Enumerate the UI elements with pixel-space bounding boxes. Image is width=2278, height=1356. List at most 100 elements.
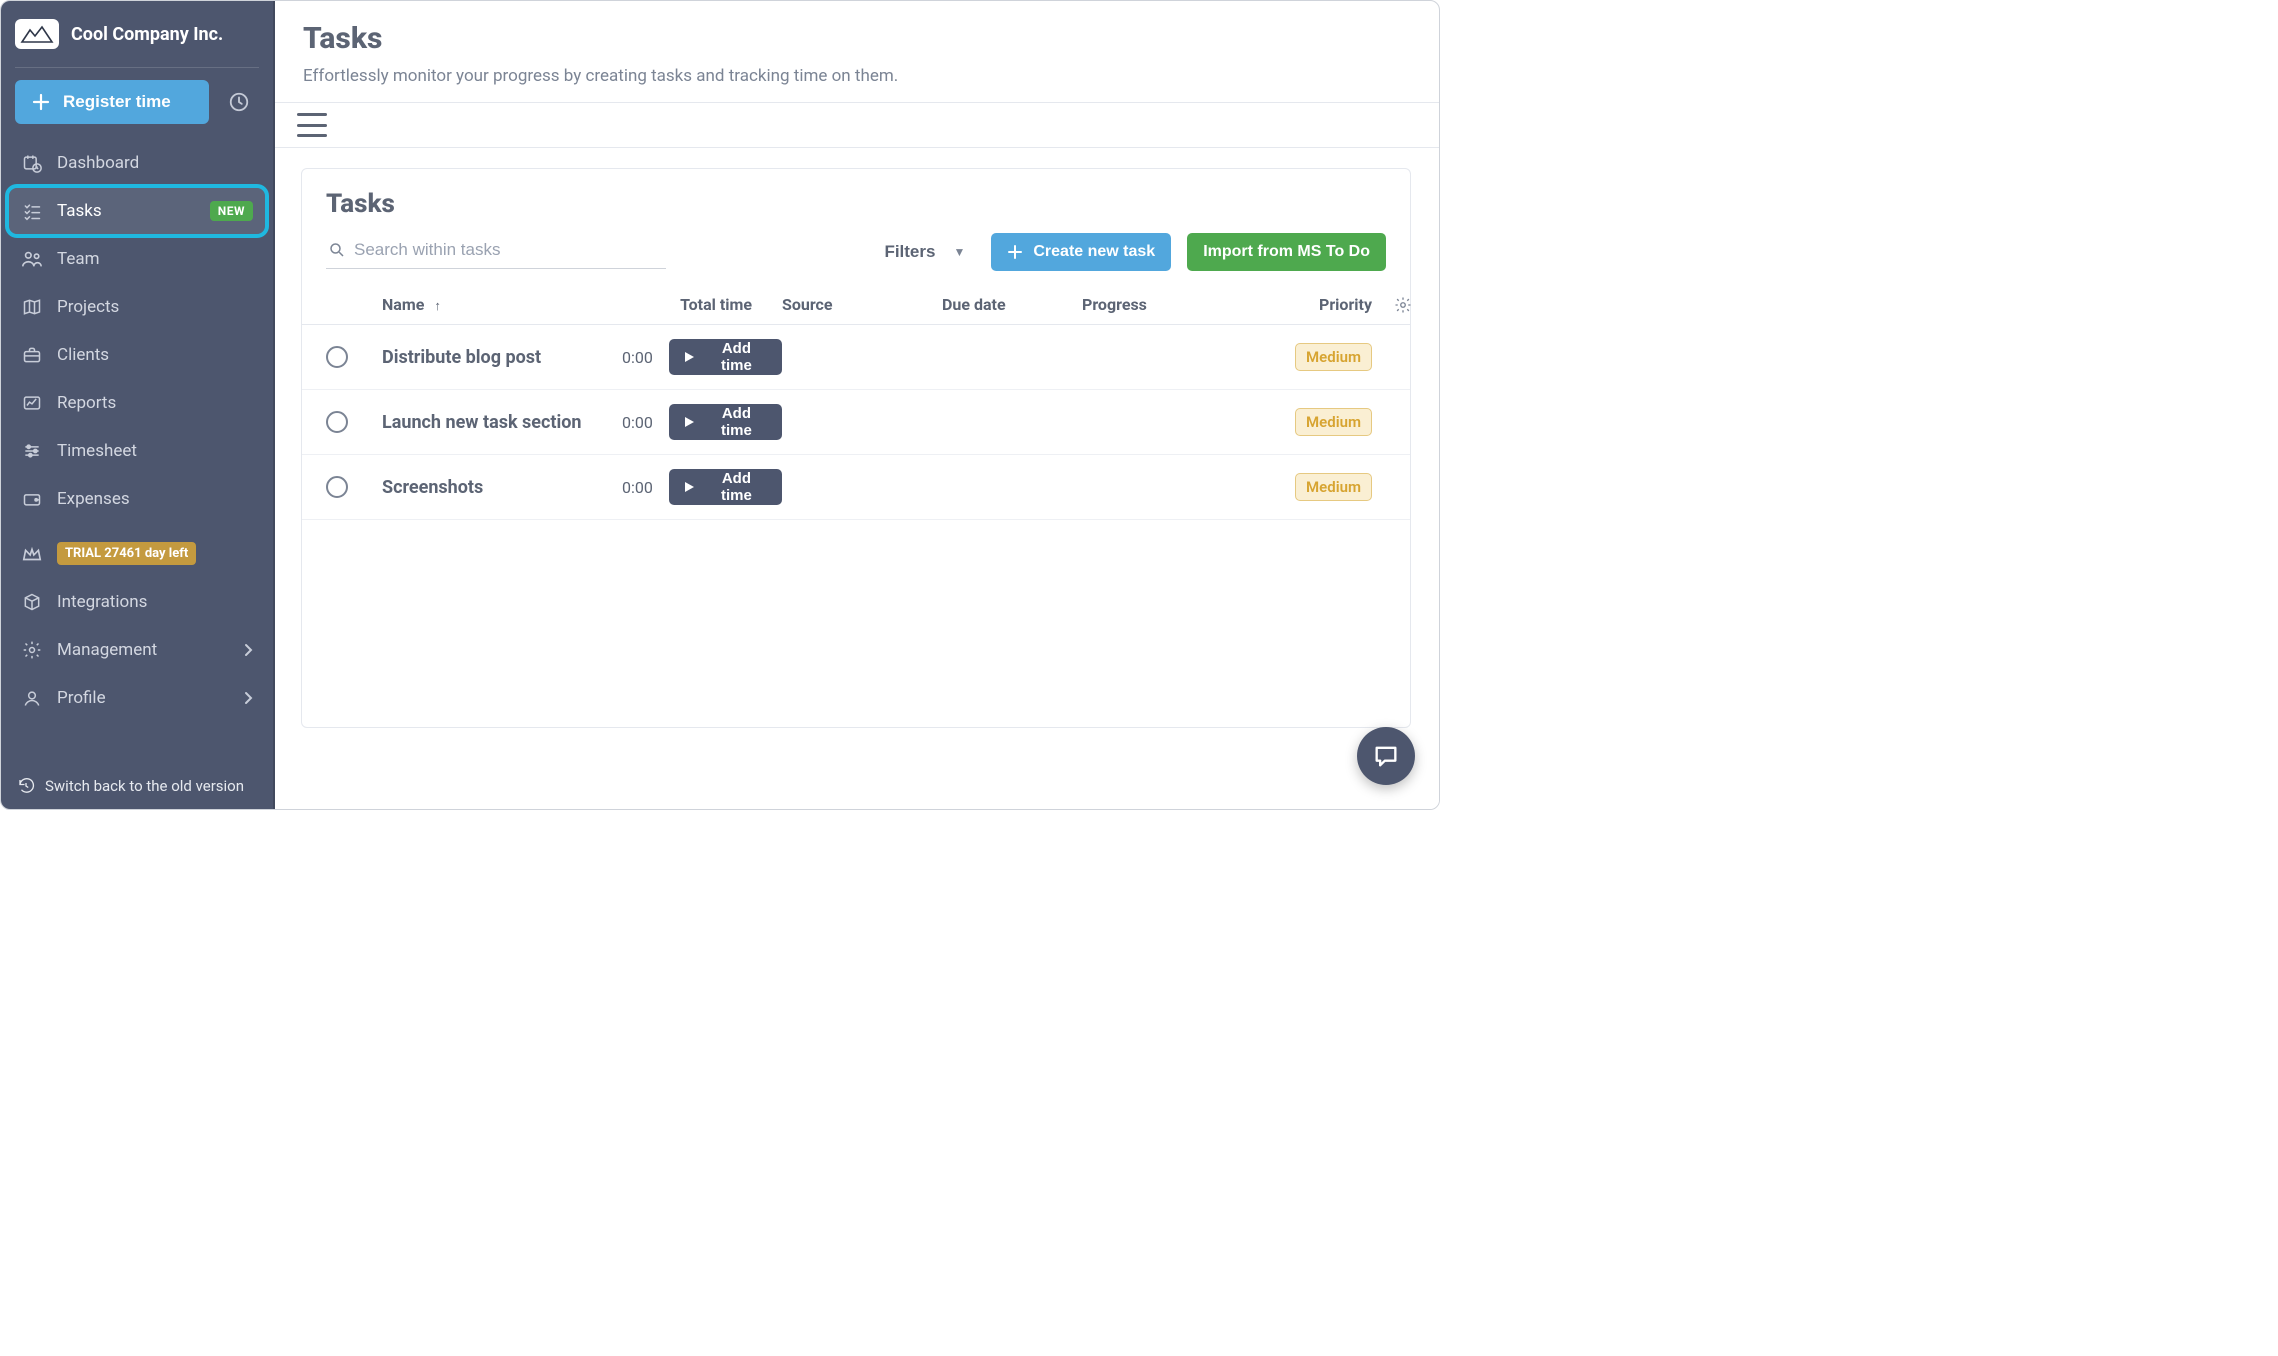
tasks-card: Tasks Filters ▼ [301,168,1411,728]
col-source[interactable]: Source [782,295,942,314]
task-complete-toggle[interactable] [326,411,348,433]
gear-icon [21,639,43,661]
task-time: 0:00 [622,413,653,432]
chat-fab[interactable] [1357,727,1415,785]
col-progress[interactable]: Progress [1082,295,1242,314]
search-icon [328,241,346,259]
sliders-icon [21,440,43,462]
crown-icon [21,543,43,565]
sidebar-item-label: Dashboard [57,153,139,173]
sidebar-item-label: Profile [57,688,106,708]
checklist-icon [21,200,43,222]
sidebar-item-label: Reports [57,393,116,413]
history-icon [17,777,35,795]
chevron-right-icon [243,691,253,705]
search-input[interactable] [354,240,664,260]
col-total-time[interactable]: Total time [622,295,782,314]
sidebar-item-trial[interactable]: TRIAL 27461 day left [9,530,265,577]
sidebar-item-label: Timesheet [57,441,137,461]
import-button[interactable]: Import from MS To Do [1187,233,1386,271]
priority-badge: Medium [1295,473,1372,501]
task-name: Screenshots [382,477,622,498]
filters-label: Filters [884,242,935,262]
panel-toggle-button[interactable] [297,113,327,137]
card-title: Tasks [326,189,1386,219]
table-header: Name ↑ Total time Source Due date Progre… [302,285,1410,325]
task-complete-toggle[interactable] [326,476,348,498]
secondary-bar [273,103,1439,148]
tasks-table: Name ↑ Total time Source Due date Progre… [302,285,1410,520]
timer-button[interactable] [219,82,259,122]
sidebar-item-clients[interactable]: Clients [9,332,265,378]
task-time: 0:00 [622,478,653,497]
create-task-button[interactable]: Create new task [991,233,1171,271]
col-due-date[interactable]: Due date [942,295,1082,314]
priority-badge: Medium [1295,343,1372,371]
sidebar-item-tasks[interactable]: Tasks NEW [9,188,265,234]
task-name: Launch new task section [382,412,622,433]
company-name: Cool Company Inc. [71,24,223,45]
sidebar-item-integrations[interactable]: Integrations [9,579,265,625]
sidebar-item-reports[interactable]: Reports [9,380,265,426]
sidebar: Cool Company Inc. Register time Da [1,1,273,809]
nav: Dashboard Tasks NEW Team Pr [1,134,273,727]
create-task-label: Create new task [1033,243,1155,261]
filters-button[interactable]: Filters ▼ [874,236,975,268]
plus-icon [1007,244,1023,260]
switch-back-label: Switch back to the old version [45,777,244,795]
sidebar-item-projects[interactable]: Projects [9,284,265,330]
page-header: Tasks Effortlessly monitor your progress… [273,1,1439,103]
col-priority[interactable]: Priority [1242,295,1372,314]
caret-down-icon: ▼ [953,245,965,259]
add-time-button[interactable]: Add time [669,469,782,505]
plus-icon [31,92,51,112]
sidebar-item-team[interactable]: Team [9,236,265,282]
play-icon [683,351,695,363]
table-settings-button[interactable] [1372,296,1412,314]
switch-back-link[interactable]: Switch back to the old version [1,763,273,809]
play-icon [683,416,695,428]
search-field[interactable] [326,236,666,269]
sort-asc-icon: ↑ [434,299,441,314]
table-row[interactable]: Distribute blog post 0:00 Add time Mediu… [302,325,1410,390]
add-time-label: Add time [705,470,768,504]
company-logo [15,19,59,49]
main: Tasks Effortlessly monitor your progress… [273,1,1439,809]
user-icon [21,687,43,709]
map-icon [21,296,43,318]
brand: Cool Company Inc. [1,1,273,67]
register-time-button[interactable]: Register time [15,80,209,124]
sidebar-item-label: Clients [57,345,109,365]
chevron-right-icon [243,643,253,657]
sidebar-item-label: Projects [57,297,119,317]
task-time: 0:00 [622,348,653,367]
add-time-button[interactable]: Add time [669,339,782,375]
sidebar-item-management[interactable]: Management [9,627,265,673]
briefcase-icon [21,344,43,366]
page-title: Tasks [303,21,1409,56]
sidebar-item-dashboard[interactable]: Dashboard [9,140,265,186]
divider [15,67,259,68]
sidebar-item-profile[interactable]: Profile [9,675,265,721]
col-name[interactable]: Name ↑ [382,295,622,314]
sidebar-item-label: Expenses [57,489,130,509]
task-complete-toggle[interactable] [326,346,348,368]
sidebar-resize-handle[interactable] [269,1,275,809]
sidebar-item-timesheet[interactable]: Timesheet [9,428,265,474]
sidebar-item-label: Integrations [57,592,147,612]
priority-badge: Medium [1295,408,1372,436]
table-row[interactable]: Screenshots 0:00 Add time Medium [302,455,1410,520]
add-time-label: Add time [705,405,768,439]
team-icon [21,248,43,270]
clock-icon [228,91,250,113]
cube-icon [21,591,43,613]
table-row[interactable]: Launch new task section 0:00 Add time Me… [302,390,1410,455]
add-time-button[interactable]: Add time [669,404,782,440]
sidebar-item-label: Team [57,249,100,269]
page-subtitle: Effortlessly monitor your progress by cr… [303,66,1409,86]
sidebar-item-label: Management [57,640,157,660]
toolbar: Filters ▼ Create new task Import from MS… [302,227,1410,285]
content: Tasks Filters ▼ [273,148,1439,809]
register-time-label: Register time [63,92,171,112]
sidebar-item-expenses[interactable]: Expenses [9,476,265,522]
